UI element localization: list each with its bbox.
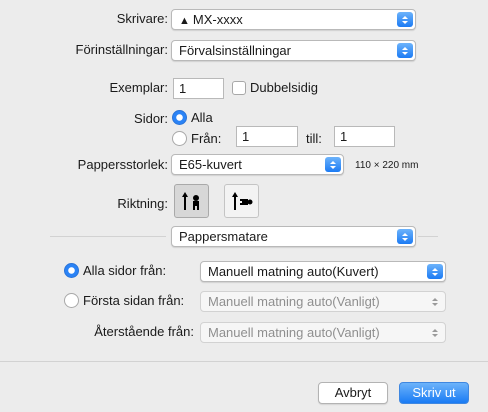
feed-first-page-label: Första sidan från: bbox=[83, 293, 185, 308]
feed-all-pages-value: Manuell matning auto(Kuvert) bbox=[208, 264, 379, 279]
feed-remaining-stepper-icon bbox=[427, 325, 443, 340]
paper-size-popup[interactable]: E65-kuvert bbox=[171, 154, 344, 175]
feed-all-pages-popup[interactable]: Manuell matning auto(Kuvert) bbox=[200, 261, 446, 282]
pages-range-radio[interactable] bbox=[172, 131, 187, 146]
feed-remaining-label: Återstående från: bbox=[94, 324, 194, 339]
orientation-label: Riktning: bbox=[117, 196, 168, 211]
feed-remaining-popup[interactable]: Manuell matning auto(Vanligt) bbox=[200, 322, 446, 343]
presets-label: Förinställningar: bbox=[75, 42, 169, 57]
section-popup[interactable]: Pappersmatare bbox=[171, 226, 416, 247]
cancel-button[interactable]: Avbryt bbox=[318, 382, 388, 404]
paper-dimensions: 110 × 220 mm bbox=[355, 160, 419, 171]
pages-label: Sidor: bbox=[134, 111, 168, 126]
pages-to-label: till: bbox=[306, 131, 322, 146]
section-stepper-icon bbox=[397, 229, 413, 244]
orientation-portrait-button[interactable] bbox=[174, 184, 209, 218]
feed-first-page-popup[interactable]: Manuell matning auto(Vanligt) bbox=[200, 291, 446, 312]
feed-all-pages-label: Alla sidor från: bbox=[83, 263, 167, 278]
feed-first-page-radio[interactable] bbox=[64, 293, 79, 308]
presets-stepper-icon bbox=[397, 43, 413, 58]
separator-right bbox=[418, 236, 438, 237]
printer-popup[interactable]: ▲ MX-xxxx bbox=[171, 9, 416, 30]
print-button[interactable]: Skriv ut bbox=[399, 382, 469, 404]
feed-all-pages-stepper-icon bbox=[427, 264, 443, 279]
printer-value: MX-xxxx bbox=[192, 12, 243, 27]
duplex-checkbox[interactable] bbox=[232, 81, 246, 95]
presets-popup[interactable]: Förvalsinställningar bbox=[171, 40, 416, 61]
section-value: Pappersmatare bbox=[179, 229, 268, 244]
feed-all-pages-radio[interactable] bbox=[64, 263, 79, 278]
paper-size-value: E65-kuvert bbox=[179, 157, 242, 172]
portrait-orientation-icon bbox=[181, 192, 199, 210]
pages-all-radio[interactable] bbox=[172, 110, 187, 125]
pages-from-field[interactable]: 1 bbox=[236, 126, 298, 147]
separator-left bbox=[50, 236, 166, 237]
pages-to-field[interactable]: 1 bbox=[334, 126, 395, 147]
copies-field[interactable]: 1 bbox=[173, 78, 224, 99]
copies-label: Exemplar: bbox=[109, 80, 168, 95]
presets-value: Förvalsinställningar bbox=[179, 43, 291, 58]
printer-label: Skrivare: bbox=[116, 11, 168, 26]
orientation-landscape-button[interactable] bbox=[224, 184, 259, 218]
paper-size-label: Pappersstorlek: bbox=[77, 157, 168, 172]
pages-all-label: Alla bbox=[191, 110, 213, 125]
warning-icon: ▲ bbox=[179, 15, 190, 27]
duplex-label: Dubbelsidig bbox=[250, 80, 318, 95]
separator-bottom bbox=[0, 361, 488, 362]
paper-size-stepper-icon bbox=[325, 157, 341, 172]
pages-from-label: Från: bbox=[191, 131, 222, 146]
printer-stepper-icon bbox=[397, 12, 413, 27]
landscape-orientation-icon bbox=[231, 192, 252, 210]
feed-first-page-value: Manuell matning auto(Vanligt) bbox=[208, 294, 380, 309]
feed-remaining-value: Manuell matning auto(Vanligt) bbox=[208, 325, 380, 340]
feed-first-page-stepper-icon bbox=[427, 294, 443, 309]
